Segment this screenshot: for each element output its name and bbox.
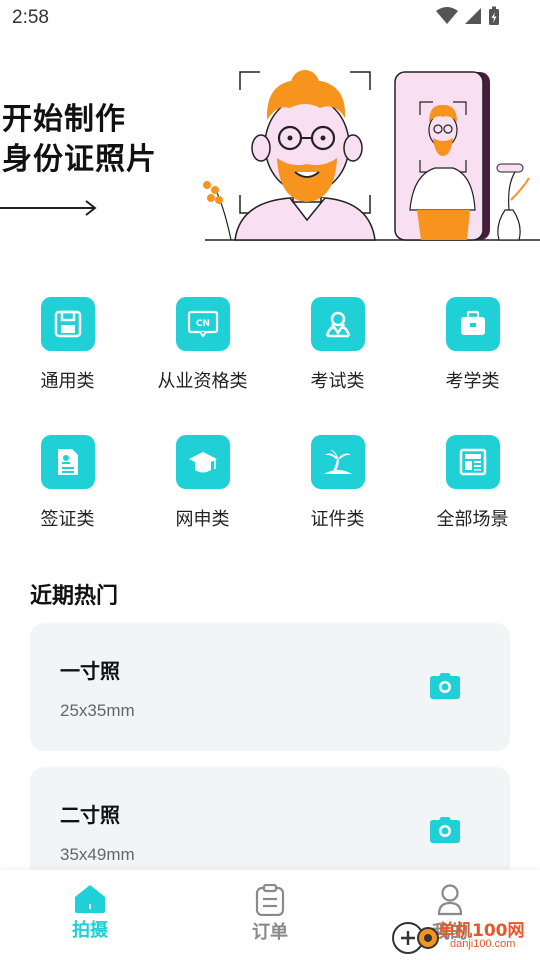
watermark-url: danji100.com [450, 938, 516, 950]
svg-text:CN: CN [195, 319, 209, 329]
nav-label: 拍摄 [72, 920, 108, 941]
category-qualification[interactable]: CN 从业资格类 [135, 297, 270, 435]
category-label: 考试类 [310, 371, 365, 392]
signal-icon [465, 8, 481, 24]
battery-icon [489, 6, 499, 25]
graduation-cap-icon [175, 435, 230, 489]
hero-title-line2: 身份证照片 [2, 142, 157, 177]
category-label: 考学类 [445, 371, 500, 392]
camera-icon[interactable] [430, 817, 460, 843]
hero-title: 开始制作 身份证照片 [2, 100, 157, 180]
watermark-logo-icon [392, 922, 439, 954]
recent-item-card[interactable]: 一寸照 25x35mm [30, 623, 510, 751]
category-row: 签证类 网申类 证件类 全部场景 [0, 435, 540, 573]
briefcase-icon [445, 297, 500, 351]
recent-item-size: 35x49mm [60, 845, 135, 864]
hero-illustration [203, 70, 540, 241]
category-grid: 通用类 CN 从业资格类 考试类 考学类 签证类 网申类 证件类 全部场景 [0, 297, 540, 573]
category-general[interactable]: 通用类 [0, 297, 135, 435]
section-title-recent: 近期热门 [30, 584, 119, 609]
category-label: 签证类 [40, 509, 95, 530]
person-pin-icon [310, 297, 365, 351]
hero-title-line1: 开始制作 [2, 102, 126, 137]
category-exam[interactable]: 考试类 [270, 297, 405, 435]
recent-item-name: 二寸照 [60, 803, 120, 827]
category-label: 从业资格类 [157, 371, 248, 392]
category-certificate[interactable]: 证件类 [270, 435, 405, 573]
hero-banner[interactable]: 开始制作 身份证照片 [0, 60, 540, 250]
category-row: 通用类 CN 从业资格类 考试类 考学类 [0, 297, 540, 435]
category-admission[interactable]: 考学类 [405, 297, 540, 435]
camera-icon[interactable] [430, 673, 460, 699]
watermark: 单机100网 danji100.com [390, 914, 540, 958]
save-icon [40, 297, 95, 351]
status-bar: 2:58 [0, 0, 540, 36]
category-label: 通用类 [40, 371, 95, 392]
grid-layout-icon [445, 435, 500, 489]
document-icon [40, 435, 95, 489]
category-online-apply[interactable]: 网申类 [135, 435, 270, 573]
recent-item-size: 25x35mm [60, 701, 135, 720]
recent-item-name: 一寸照 [60, 659, 120, 683]
category-visa[interactable]: 签证类 [0, 435, 135, 573]
arrow-right-icon [0, 200, 97, 216]
home-icon [75, 885, 105, 913]
wifi-icon [436, 7, 458, 24]
category-label: 网申类 [175, 509, 230, 530]
cn-badge-icon: CN [175, 297, 230, 351]
category-all-scenes[interactable]: 全部场景 [405, 435, 540, 573]
status-icons [436, 6, 500, 26]
category-label: 全部场景 [436, 509, 509, 530]
clipboard-icon [255, 884, 285, 916]
status-time: 2:58 [12, 7, 49, 28]
nav-tab-shoot[interactable]: 拍摄 [0, 870, 180, 960]
palm-island-icon [310, 435, 365, 489]
user-icon [437, 884, 463, 916]
nav-label: 订单 [252, 922, 288, 943]
nav-tab-orders[interactable]: 订单 [180, 870, 360, 960]
category-label: 证件类 [310, 509, 365, 530]
